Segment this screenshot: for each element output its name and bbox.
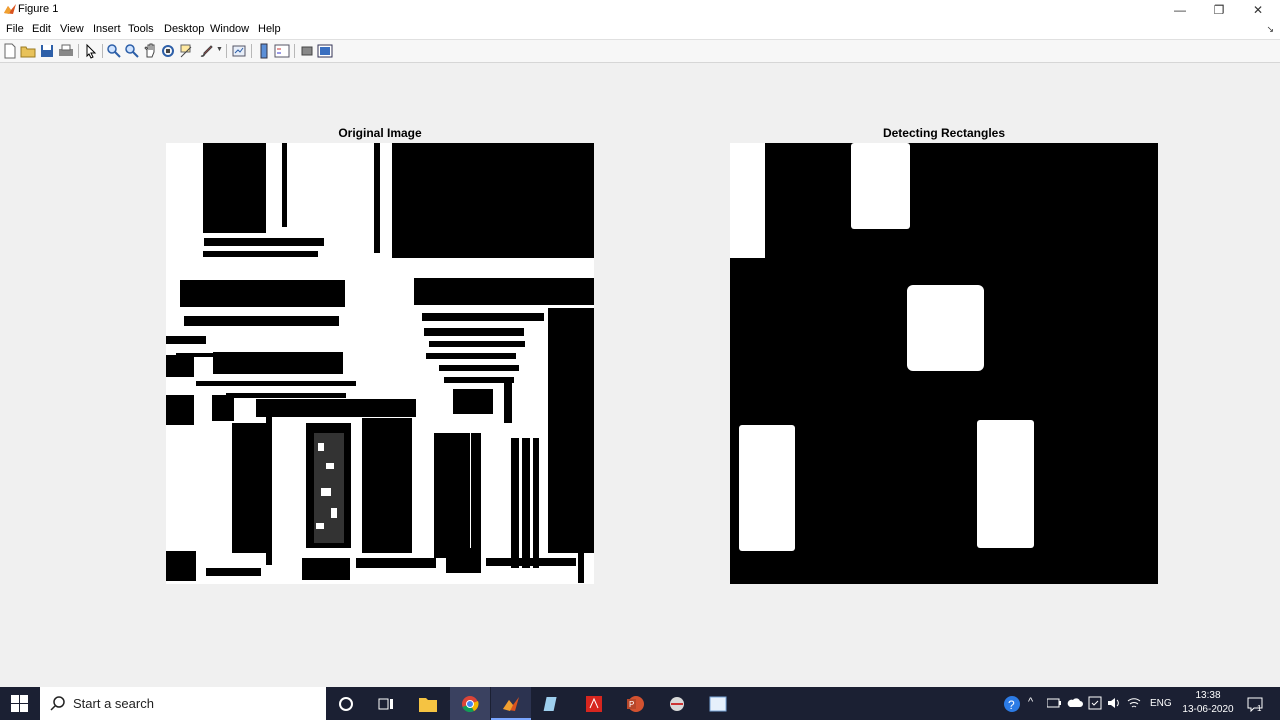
close-button[interactable]: ✕ [1239, 0, 1277, 20]
detected-rectangle [977, 420, 1034, 548]
link-plot-icon[interactable] [231, 43, 247, 59]
file-explorer-icon[interactable] [418, 695, 438, 713]
restore-button[interactable]: ❐ [1200, 0, 1238, 20]
cortana-icon[interactable] [338, 696, 354, 712]
toolbar-separator [226, 44, 227, 58]
window-title: Figure 1 [18, 3, 59, 15]
data-cursor-icon[interactable] [179, 43, 195, 59]
dock-figure-icon[interactable]: ↘ [1266, 24, 1274, 35]
notification-count: 1 [1257, 704, 1262, 713]
help-icon[interactable]: ? [1003, 695, 1021, 713]
battery-icon[interactable] [1047, 698, 1061, 708]
detected-rectangle [739, 425, 795, 551]
insert-legend-icon[interactable] [274, 43, 290, 59]
original-image [166, 143, 594, 584]
pan-icon[interactable] [142, 43, 158, 59]
zoom-out-icon[interactable] [124, 43, 140, 59]
security-icon[interactable] [1088, 696, 1102, 710]
onedrive-icon[interactable] [1067, 697, 1083, 709]
toolbar-separator [78, 44, 79, 58]
language-indicator[interactable]: ENG [1150, 698, 1172, 709]
matlab-figure-icon [4, 4, 16, 14]
clock-time: 13:38 [1195, 690, 1221, 701]
rotate-3d-icon[interactable] [160, 43, 176, 59]
hide-plot-tools-icon[interactable] [299, 43, 315, 59]
app-icon[interactable] [668, 695, 686, 713]
brush-dropdown-icon[interactable]: ▼ [216, 46, 223, 53]
original-image-title: Original Image [338, 126, 422, 140]
matlab-taskbar-button[interactable] [491, 687, 531, 720]
svg-text:?: ? [1008, 698, 1015, 712]
svg-text:P: P [629, 700, 634, 709]
toolbar-separator [294, 44, 295, 58]
show-plot-tools-icon[interactable] [317, 43, 333, 59]
show-hidden-icons-icon[interactable]: ^ [1028, 696, 1033, 708]
save-icon[interactable] [39, 43, 55, 59]
volume-icon[interactable] [1107, 696, 1121, 710]
minimize-button[interactable]: — [1161, 0, 1199, 20]
menu-file[interactable]: File [6, 23, 24, 35]
insert-colorbar-icon[interactable] [256, 43, 272, 59]
new-figure-icon[interactable] [2, 43, 18, 59]
edit-plot-icon[interactable] [83, 43, 99, 59]
detected-rectangles-image [730, 143, 1158, 584]
detected-rectangle [907, 285, 984, 371]
toolbar-separator [251, 44, 252, 58]
open-file-icon[interactable] [20, 43, 36, 59]
acrobat-icon[interactable] [585, 695, 603, 713]
print-icon[interactable] [58, 43, 74, 59]
toolbar-separator [102, 44, 103, 58]
figure-toolbar: ▼ [0, 39, 1280, 63]
wifi-icon[interactable] [1127, 696, 1141, 710]
powerpoint-icon[interactable]: P [626, 695, 644, 713]
detecting-rectangles-title: Detecting Rectangles [882, 126, 1006, 140]
zoom-in-icon[interactable] [106, 43, 122, 59]
window-titlebar: Figure 1 — ❐ ✕ [0, 0, 1280, 20]
task-view-icon[interactable] [378, 696, 394, 712]
menu-window[interactable]: Window [210, 23, 249, 35]
menu-edit[interactable]: Edit [32, 23, 51, 35]
taskbar-search-box[interactable]: Start a search [40, 687, 326, 720]
menu-view[interactable]: View [60, 23, 84, 35]
snipping-icon[interactable] [709, 695, 727, 713]
menu-help[interactable]: Help [258, 23, 281, 35]
clock-date: 13-06-2020 [1182, 704, 1234, 715]
chrome-icon [462, 696, 479, 713]
menu-desktop[interactable]: Desktop [164, 23, 204, 35]
windows-start-icon[interactable] [11, 695, 28, 712]
search-icon [50, 696, 65, 711]
clock[interactable]: 13:38 13-06-2020 [1176, 689, 1240, 719]
brush-icon[interactable] [198, 43, 214, 59]
matlab-icon [503, 697, 519, 711]
chrome-taskbar-button[interactable] [450, 687, 490, 720]
menu-tools[interactable]: Tools [128, 23, 154, 35]
notepad-icon[interactable] [543, 695, 561, 713]
search-placeholder: Start a search [73, 696, 154, 711]
taskbar: Start a search P ? ^ ENG 13:38 13-06-202… [0, 687, 1280, 720]
menu-insert[interactable]: Insert [93, 23, 121, 35]
menu-bar: File Edit View Insert Tools Desktop Wind… [0, 20, 1280, 39]
detected-rectangle [730, 143, 765, 258]
detected-rectangle [851, 143, 910, 229]
